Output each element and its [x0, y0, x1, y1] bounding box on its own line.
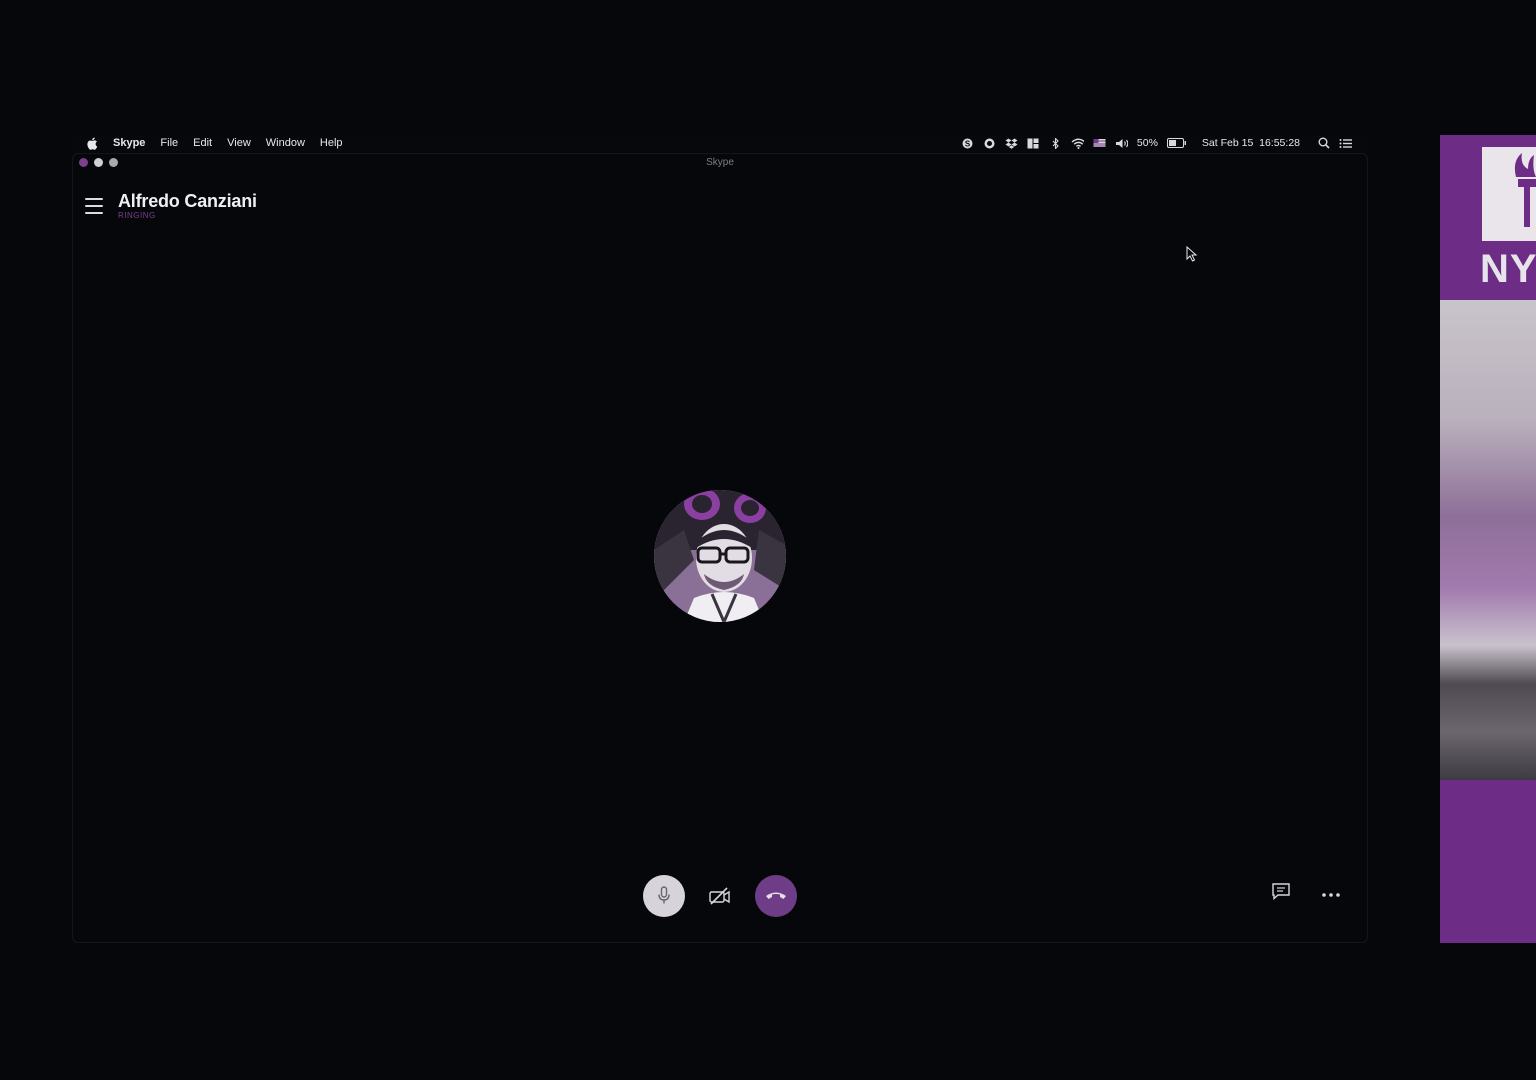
side-panel-text: NY: [1480, 247, 1536, 291]
torch-logo-icon: [1482, 147, 1536, 241]
volume-icon[interactable]: [1115, 138, 1128, 149]
layout-icon[interactable]: [1027, 138, 1040, 149]
end-call-button[interactable]: [755, 875, 797, 917]
call-header: Alfredo Canziani RINGING: [85, 190, 257, 220]
chat-icon[interactable]: [1271, 882, 1291, 905]
clock[interactable]: Sat Feb 15 16:55:28: [1202, 137, 1300, 149]
menu-bar: Skype File Edit View Window Help S 50% S…: [72, 134, 1368, 152]
secondary-call-controls: [1271, 882, 1341, 905]
title-bar: Skype: [73, 154, 1367, 170]
dropbox-icon[interactable]: [1005, 138, 1018, 149]
video-toggle-button[interactable]: [699, 875, 741, 917]
menu-edit[interactable]: Edit: [193, 137, 212, 149]
skype-window: Skype Alfredo Canziani RINGING: [72, 153, 1368, 943]
skype-tray-icon[interactable]: S: [961, 138, 974, 149]
menu-window[interactable]: Window: [266, 137, 305, 149]
campus-photo: [1440, 300, 1536, 780]
video-off-icon: [709, 887, 730, 905]
contact-avatar: [654, 490, 786, 622]
battery-percent: 50%: [1136, 137, 1158, 149]
bluetooth-icon[interactable]: [1049, 137, 1062, 149]
menu-help[interactable]: Help: [320, 137, 343, 149]
contact-name: Alfredo Canziani: [118, 191, 257, 211]
menu-view[interactable]: View: [227, 137, 251, 149]
call-controls: [643, 875, 797, 917]
apple-icon[interactable]: [86, 137, 98, 150]
menu-app-name[interactable]: Skype: [113, 137, 145, 149]
svg-text:S: S: [965, 139, 971, 148]
record-icon[interactable]: [983, 138, 996, 149]
side-slide-panel: NY: [1440, 135, 1536, 943]
call-status: RINGING: [118, 211, 156, 220]
mute-button[interactable]: [643, 875, 685, 917]
flag-icon[interactable]: [1093, 138, 1106, 149]
hang-up-icon: [766, 892, 786, 899]
mouse-cursor-icon: [1186, 245, 1198, 267]
microphone-icon: [658, 886, 670, 904]
menu-file[interactable]: File: [160, 137, 178, 149]
window-title: Skype: [706, 156, 734, 168]
notification-center-icon[interactable]: [1339, 138, 1352, 149]
wifi-icon[interactable]: [1071, 138, 1084, 149]
spotlight-icon[interactable]: [1317, 137, 1330, 149]
battery-icon[interactable]: [1166, 138, 1187, 149]
more-options-icon[interactable]: [1321, 885, 1341, 903]
hamburger-menu-icon[interactable]: [85, 198, 103, 214]
